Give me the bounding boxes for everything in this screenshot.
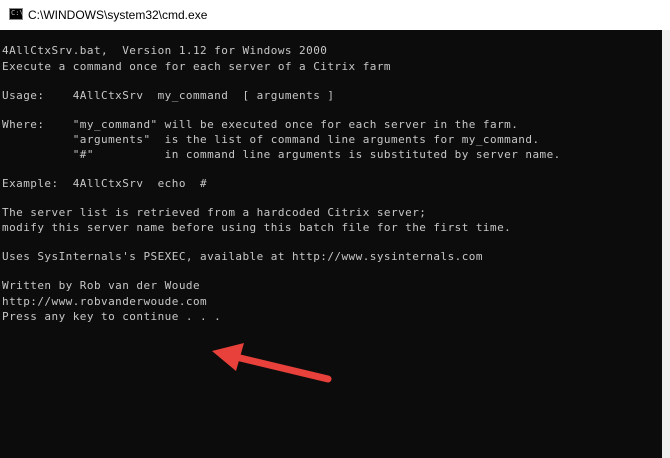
console-line: 4AllCtxSrv.bat, Version 1.12 for Windows… <box>2 44 328 57</box>
cmd-icon-prompt: C:\ <box>11 9 24 17</box>
console-line: Execute a command once for each server o… <box>2 60 391 73</box>
console-line: "arguments" is the list of command line … <box>2 133 540 146</box>
console-line: Uses SysInternals's PSEXEC, available at… <box>2 250 483 263</box>
console-line: Where: "my_command" will be executed onc… <box>2 118 519 131</box>
console-output[interactable]: 4AllCtxSrv.bat, Version 1.12 for Windows… <box>0 30 662 458</box>
console-line: The server list is retrieved from a hard… <box>2 206 427 219</box>
console-line: modify this server name before using thi… <box>2 221 512 234</box>
console-line: Usage: 4AllCtxSrv my_command [ arguments… <box>2 89 335 102</box>
console-line: http://www.robvanderwoude.com <box>2 295 208 308</box>
console-line: Press any key to continue . . . <box>2 310 222 323</box>
title-bar[interactable]: C:\ C:\WINDOWS\system32\cmd.exe <box>0 0 670 30</box>
vertical-scrollbar[interactable] <box>662 30 670 458</box>
window-title: C:\WINDOWS\system32\cmd.exe <box>28 8 208 22</box>
cmd-icon[interactable]: C:\ <box>9 8 24 20</box>
console-line: Example: 4AllCtxSrv echo # <box>2 177 208 190</box>
console-line: Written by Rob van der Woude <box>2 279 201 292</box>
console-line: "#" in command line arguments is substit… <box>2 148 561 161</box>
cmd-window: C:\ C:\WINDOWS\system32\cmd.exe 4AllCtxS… <box>0 0 670 458</box>
